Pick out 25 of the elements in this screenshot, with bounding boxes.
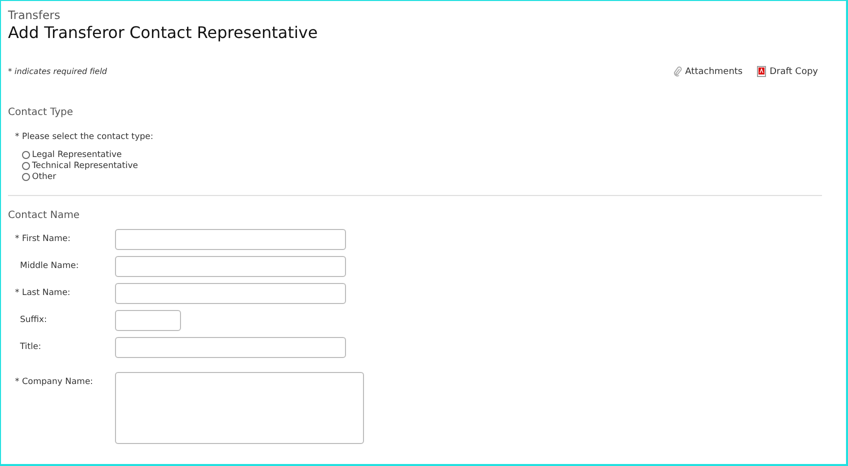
field-label: * Please select the contact type: [15,132,154,142]
text-field[interactable] [115,229,346,250]
required-note: * indicates required field [8,67,108,76]
radio-option[interactable]: Technical Representative [22,161,822,171]
field-label: * Last Name: [14,287,72,298]
paperclip-icon [673,66,682,77]
radio-option[interactable]: Other [22,172,822,182]
section-heading: Contact Type [8,107,74,118]
action-link[interactable]: Attachments [673,66,743,77]
field-label: * First Name: [14,233,72,244]
radio-option[interactable]: Legal Representative [22,150,822,160]
pdf-icon [756,66,767,77]
field-label: * Company Name: [14,376,94,387]
field-label: Middle Name: [19,260,80,271]
section-heading: Contact Name [8,210,81,221]
breadcrumb: Transfers [8,8,62,22]
text-field[interactable] [115,310,181,331]
field-label: Suffix: [19,314,48,325]
text-field[interactable] [115,256,346,277]
text-field[interactable] [115,337,346,358]
action-link[interactable]: Draft Copy [756,66,818,77]
text-area[interactable] [115,372,364,444]
field-label: Title: [19,341,42,352]
text-field[interactable] [115,283,346,304]
page-title: Add Transferor Contact Representative [8,23,319,42]
